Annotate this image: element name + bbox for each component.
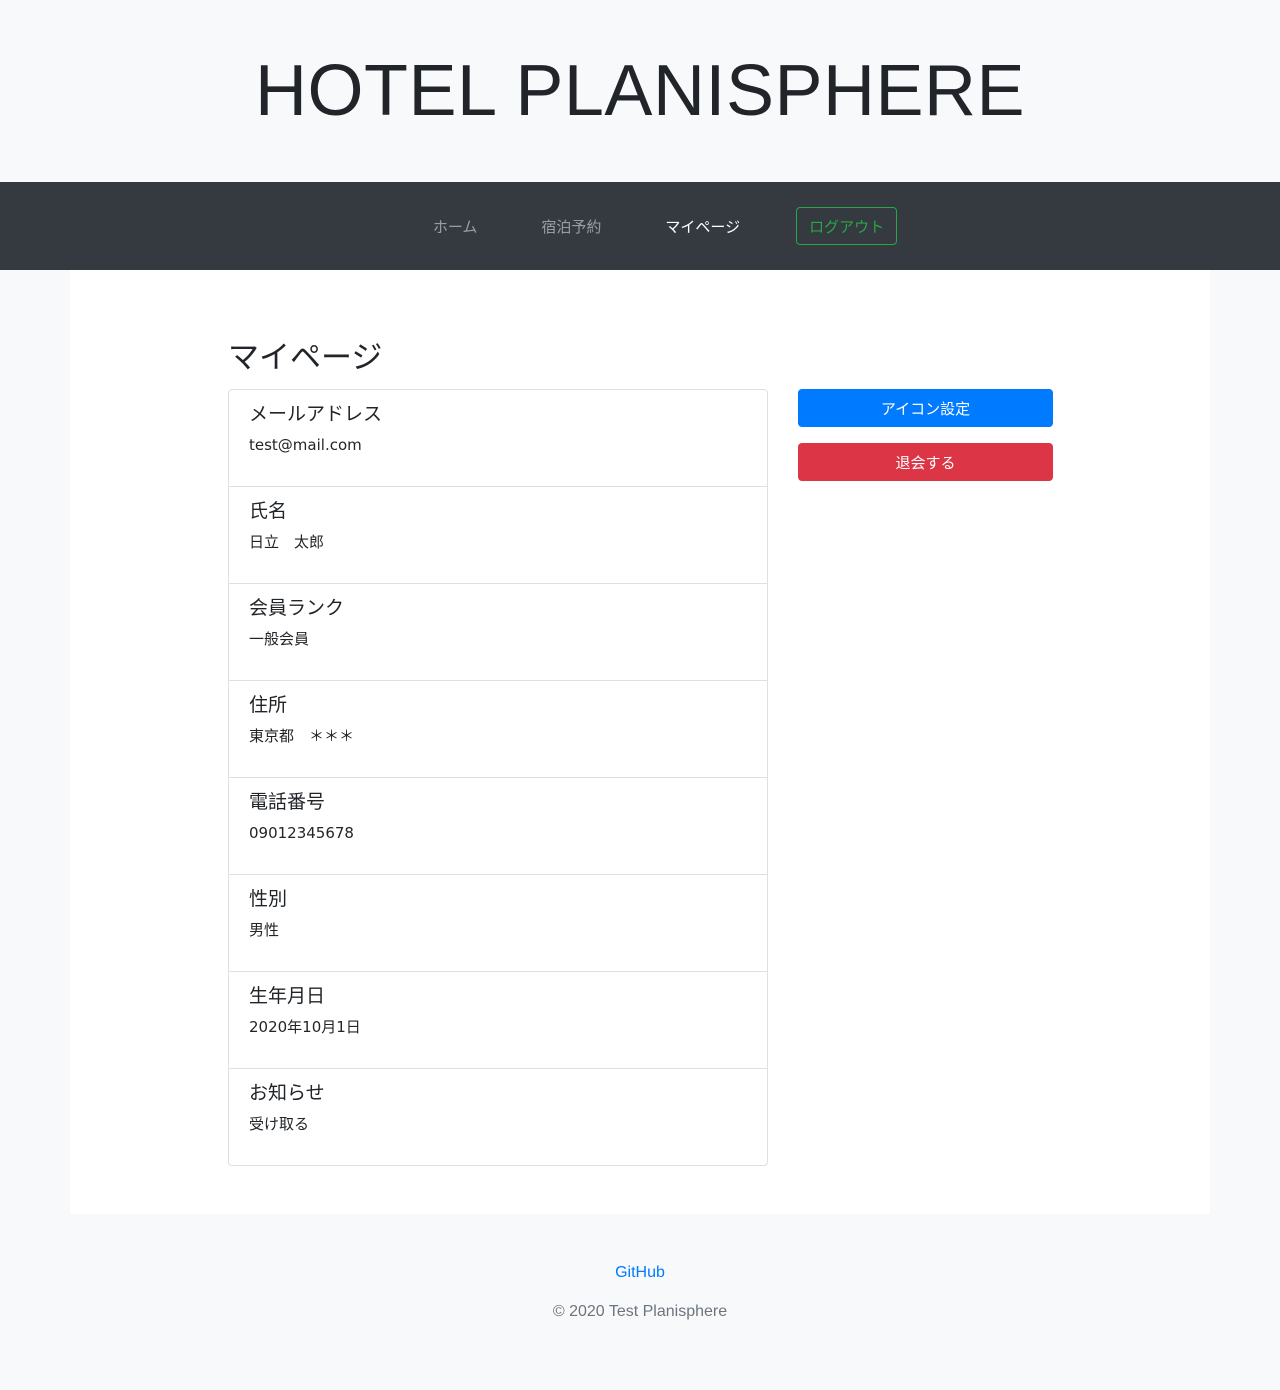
profile-item-label: 住所 [249,694,288,716]
profile-item-value: test@mail.com [249,436,362,454]
profile-item-value: 2020年10月1日 [249,1018,361,1036]
profile-item-birthday: 生年月日 2020年10月1日 [229,972,767,1069]
site-header: HOTEL PLANISPHERE [0,0,1280,182]
profile-item-address: 住所 東京都 ＊＊＊ [229,681,767,778]
profile-item-value: 一般会員 [249,630,310,648]
nav-reserve-link[interactable]: 宿泊予約 [541,208,601,245]
site-title: HOTEL PLANISPHERE [254,51,1026,131]
github-link[interactable]: GitHub [615,1264,665,1282]
nav-links: ホーム 宿泊予約 マイページ ログアウト [433,207,898,245]
profile-item-gender: 性別 男性 [229,875,767,972]
icon-settings-button[interactable]: アイコン設定 [798,389,1053,427]
profile-actions: アイコン設定 退会する [798,389,1053,481]
profile-item-name: 氏名 日立 太郎 [229,487,767,584]
logout-button[interactable]: ログアウト [796,207,898,245]
profile-info-list: メールアドレス test@mail.com 氏名 日立 太郎 会員ランク 一般会… [228,389,768,1166]
profile-item-label: メールアドレス [249,403,383,425]
site-footer: GitHub © 2020 Test Planisphere [0,1214,1280,1390]
main-container: マイページ メールアドレス test@mail.com 氏名 日立 太郎 会員ラ… [70,270,1210,1214]
profile-item-label: 電話番号 [249,791,326,813]
profile-item-phone: 電話番号 09012345678 [229,778,767,875]
profile-item-value: 日立 太郎 [249,533,325,551]
profile-item-value: 受け取る [249,1115,310,1133]
page-title: マイページ [228,340,383,376]
nav-mypage-link[interactable]: マイページ [665,208,740,245]
profile-item-rank: 会員ランク 一般会員 [229,584,767,681]
withdraw-button[interactable]: 退会する [798,443,1053,481]
profile-item-label: 氏名 [249,500,288,522]
profile-item-value: 男性 [249,921,280,939]
profile-item-label: 会員ランク [249,597,345,619]
profile-item-label: お知らせ [249,1082,325,1104]
profile-item-email: メールアドレス test@mail.com [229,390,767,487]
copyright-text: © 2020 Test Planisphere [552,1303,728,1320]
profile-item-notification: お知らせ 受け取る [229,1069,767,1165]
profile-item-label: 生年月日 [249,985,326,1007]
nav-home-link[interactable]: ホーム [433,208,478,245]
profile-item-label: 性別 [249,888,288,910]
main-navbar: ホーム 宿泊予約 マイページ ログアウト [0,182,1280,270]
profile-item-value: 東京都 ＊＊＊ [249,727,355,745]
profile-item-value: 09012345678 [249,824,354,842]
